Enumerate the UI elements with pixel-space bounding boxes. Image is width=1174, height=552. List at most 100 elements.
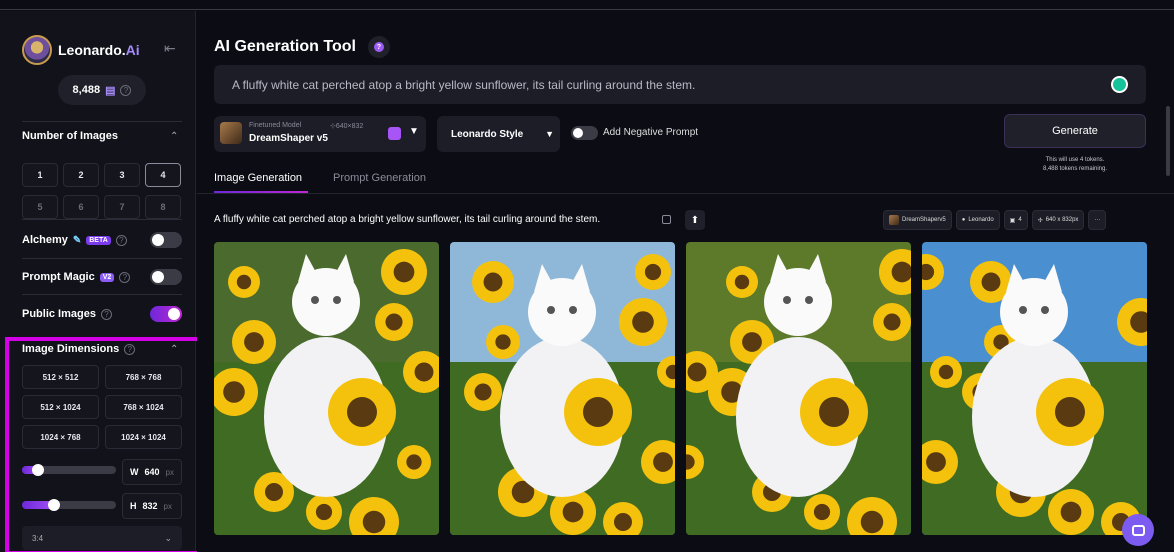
- image-count-option[interactable]: 6: [63, 195, 99, 219]
- prompt-text[interactable]: A fluffy white cat perched atop a bright…: [232, 78, 695, 92]
- model-select[interactable]: Finetuned Model ⊹640×832 DreamShaper v5 …: [214, 116, 426, 152]
- brand-name-suffix: Ai: [125, 42, 140, 58]
- alchemy-label: Alchemy: [22, 234, 68, 246]
- number-of-images-title: Number of Images: [22, 130, 118, 142]
- model-tag-label: DreamShaperv5: [902, 217, 946, 223]
- reuse-prompt-button[interactable]: ⬆: [685, 210, 705, 230]
- size-tag-label: 640 x 832px: [1045, 217, 1079, 223]
- model-settings-icon[interactable]: [388, 127, 401, 140]
- collapse-sidebar-icon[interactable]: ⇤: [164, 40, 176, 57]
- caret-down-icon: ▼: [409, 126, 419, 137]
- help-icon[interactable]: ?: [120, 84, 132, 96]
- token-balance[interactable]: 8,488 ▤ ?: [58, 75, 146, 105]
- brand-name: Leonardo.Ai: [58, 42, 140, 58]
- model-resolution: ⊹640×832: [330, 123, 364, 130]
- generated-image[interactable]: [214, 242, 439, 535]
- brand-name-main: Leonardo.: [58, 42, 126, 58]
- resize-icon: ✢: [1037, 217, 1043, 224]
- help-icon[interactable]: ?: [115, 234, 127, 246]
- prompt-magic-toggle[interactable]: [150, 269, 182, 285]
- image-count-option[interactable]: 4: [145, 163, 181, 187]
- tab-prompt-generation[interactable]: Prompt Generation: [333, 172, 426, 184]
- model-tag[interactable]: DreamShaperv5: [883, 210, 952, 230]
- arrow-up-icon: ⬆: [690, 214, 700, 226]
- model-caption: Finetuned Model: [249, 122, 302, 129]
- highlight-box: [5, 337, 207, 552]
- grammarly-icon[interactable]: [1111, 76, 1128, 93]
- tab-divider: [197, 193, 1174, 194]
- token-usage-note: This will use 4 tokens. 8,488 tokens rem…: [1004, 156, 1146, 174]
- public-images-row: Public Images ?: [22, 308, 112, 320]
- help-icon[interactable]: ?: [100, 308, 112, 320]
- toggle-knob: [152, 234, 164, 246]
- more-icon: ···: [1094, 217, 1101, 223]
- chat-icon: [1131, 524, 1145, 536]
- style-tag[interactable]: ● Leonardo: [955, 210, 1000, 230]
- model-name: DreamShaper v5: [249, 133, 328, 144]
- token-count: 8,488: [72, 84, 101, 96]
- generated-image[interactable]: [450, 242, 675, 535]
- toggle-knob: [168, 308, 180, 320]
- app-root: Leonardo.Ai ⇤ 8,488 ▤ ? Number of Images…: [0, 0, 1174, 552]
- help-icon[interactable]: ?: [119, 271, 131, 283]
- size-tag[interactable]: ✢ 640 x 832px: [1031, 210, 1085, 230]
- alchemy-toggle[interactable]: [150, 232, 182, 248]
- negative-prompt-toggle[interactable]: [571, 126, 598, 140]
- image-count-option[interactable]: 8: [145, 195, 181, 219]
- page-title: AI Generation Tool ?: [214, 36, 390, 58]
- model-resolution-value: 640×832: [335, 123, 364, 130]
- images-icon: ▣: [1009, 217, 1016, 224]
- divider: [22, 121, 182, 122]
- generation-tags: DreamShaperv5 ● Leonardo ▣ 4 ✢ 640 x 832px …: [883, 210, 1107, 230]
- image-count-option[interactable]: 7: [104, 195, 140, 219]
- chevron-up-icon[interactable]: ⌃: [170, 131, 178, 142]
- number-of-images-label: Number of Images: [22, 130, 118, 142]
- image-count-option[interactable]: 2: [63, 163, 99, 187]
- generated-image[interactable]: [922, 242, 1147, 535]
- tab-image-generation[interactable]: Image Generation: [214, 172, 302, 184]
- token-usage-line: This will use 4 tokens.: [1045, 157, 1105, 163]
- cat-sunflower-4-illustration: [922, 242, 1147, 535]
- toggle-knob: [573, 128, 583, 138]
- divider: [22, 258, 182, 259]
- public-images-toggle[interactable]: [150, 306, 182, 322]
- style-tag-label: Leonardo: [968, 217, 994, 223]
- image-count-option[interactable]: 3: [104, 163, 140, 187]
- divider: [22, 294, 182, 295]
- toggle-knob: [152, 271, 164, 283]
- v2-badge: V2: [99, 272, 115, 282]
- model-thumbnail: [220, 122, 242, 144]
- cat-sunflower-1-illustration: [214, 242, 439, 535]
- public-images-label: Public Images: [22, 308, 96, 320]
- help-button[interactable]: ?: [367, 36, 390, 58]
- number-of-images-options: 1234 5678: [22, 163, 182, 219]
- prompt-magic-row: Prompt Magic V2 ?: [22, 271, 131, 283]
- model-thumbnail: [889, 215, 899, 225]
- divider: [22, 219, 182, 220]
- cat-sunflower-3-illustration: [686, 242, 911, 535]
- caret-down-icon: ▼: [545, 129, 554, 139]
- more-options-button[interactable]: ···: [1088, 210, 1107, 230]
- style-select[interactable]: Leonardo Style ▼: [437, 116, 560, 152]
- drop-icon: ●: [961, 217, 966, 223]
- wand-icon: ✎: [72, 234, 82, 246]
- generate-button[interactable]: Generate: [1004, 114, 1146, 148]
- image-count-option[interactable]: 1: [22, 163, 58, 187]
- brand[interactable]: Leonardo.Ai: [22, 35, 140, 65]
- negative-prompt-label[interactable]: Add Negative Prompt: [603, 127, 698, 138]
- copy-icon[interactable]: [662, 215, 671, 224]
- scrollbar[interactable]: [1166, 106, 1170, 176]
- window-top-border: [0, 0, 1174, 10]
- chat-support-button[interactable]: [1122, 514, 1154, 546]
- count-tag[interactable]: ▣ 4: [1003, 210, 1028, 230]
- style-value: Leonardo Style: [451, 128, 524, 140]
- generated-image[interactable]: [686, 242, 911, 535]
- generation-prompt: A fluffy white cat perched atop a bright…: [214, 214, 601, 225]
- prompt-input[interactable]: A fluffy white cat perched atop a bright…: [214, 65, 1146, 104]
- prompt-magic-label: Prompt Magic: [22, 271, 95, 283]
- count-tag-label: 4: [1018, 217, 1022, 223]
- beta-badge: BETA: [86, 235, 111, 245]
- tokens-remaining-line: 8,488 tokens remaining.: [1042, 166, 1108, 172]
- image-count-option[interactable]: 5: [22, 195, 58, 219]
- token-coin-icon: ▤: [105, 84, 116, 97]
